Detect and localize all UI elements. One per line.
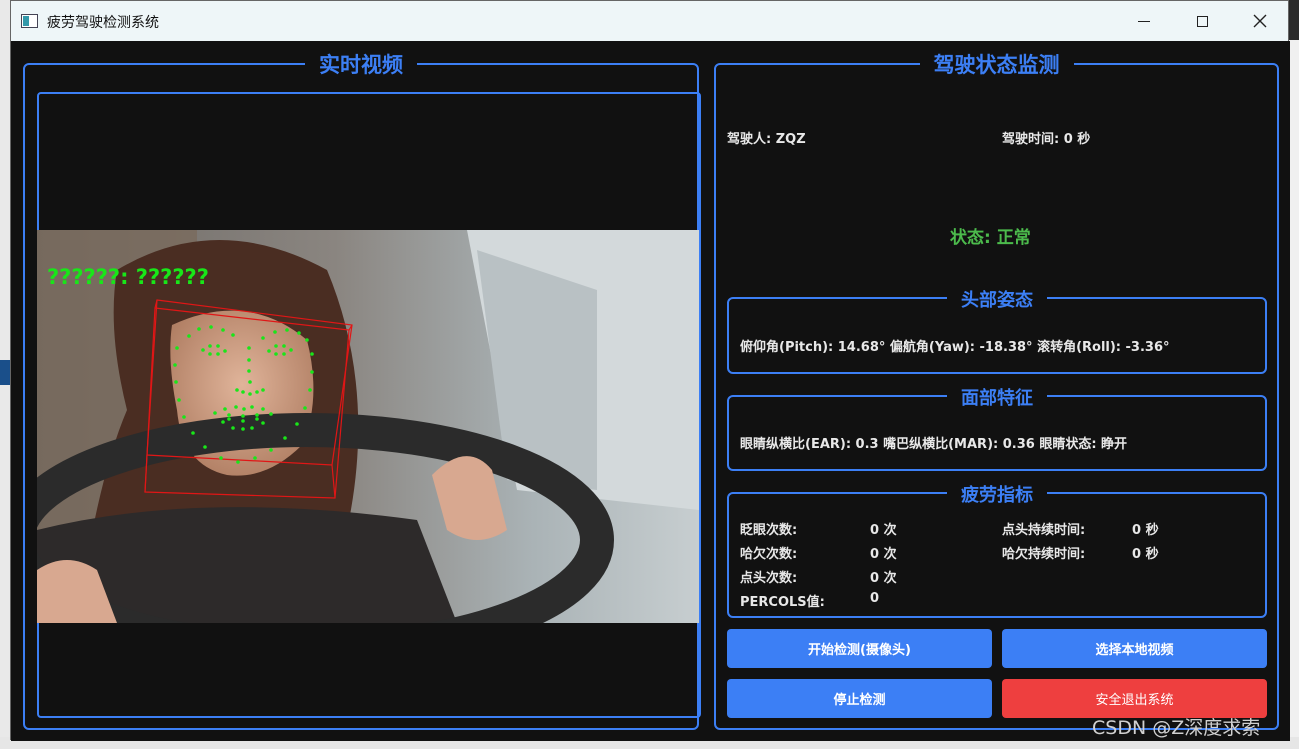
nod-count-label: 点头次数: [740,571,798,586]
head-pose-values: 俯仰角(Pitch): 14.68° 偏航角(Yaw): -18.38° 滚转角… [740,340,1170,355]
video-group: 实时视频 ??????: ?????? [23,49,701,730]
start-camera-button[interactable]: 开始检测(摄像头) [727,629,992,668]
yawn-count-label: 哈欠次数: [740,547,798,562]
yawn-duration-value: 0 秒 [1132,547,1159,562]
window-title: 疲劳驾驶检测系统 [47,15,159,31]
face-features-values: 眼睛纵横比(EAR): 0.3 嘴巴纵横比(MAR): 0.36 眼睛状态: 睁… [740,437,1128,452]
video-overlay-text: ??????: ?????? [47,265,209,289]
perclos-label: PERCOLS值: [740,595,825,610]
desktop-background-right [1289,40,1299,740]
driving-time: 驾驶时间: 0 秒 [1002,132,1091,147]
video-group-title: 实时视频 [305,49,417,79]
watermark: CSDN @Z深度求索 [1092,717,1261,739]
maximize-button[interactable] [1173,1,1231,41]
app-window: 疲劳驾驶检测系统 实时视频 ??????: ?????? 驾驶状态监测 驾驶人:… [10,0,1290,741]
app-icon [21,14,38,28]
fatigue-group: 疲劳指标 眨眼次数: 0 次 哈欠次数: 0 次 点头次数: 0 次 PERCO… [727,481,1267,618]
monitor-group-title: 驾驶状态监测 [919,49,1074,79]
close-icon [1253,14,1267,28]
face-features-group: 面部特征 眼睛纵横比(EAR): 0.3 嘴巴纵横比(MAR): 0.36 眼睛… [727,384,1267,471]
video-feed: ??????: ?????? [37,230,699,623]
blink-count-value: 0 次 [870,523,897,538]
head-pose-title: 头部姿态 [947,286,1047,312]
stop-button[interactable]: 停止检测 [727,679,992,718]
video-scene: ??????: ?????? [37,230,699,623]
close-button[interactable] [1231,1,1289,41]
desktop-background-left [0,0,10,749]
nod-duration-label: 点头持续时间: [1002,523,1086,538]
perclos-value: 0 [870,591,880,606]
minimize-icon [1138,20,1150,22]
head-pose-group: 头部姿态 俯仰角(Pitch): 14.68° 偏航角(Yaw): -18.38… [727,286,1267,374]
blink-count-label: 眨眼次数: [740,523,798,538]
yawn-count-value: 0 次 [870,547,897,562]
title-bar: 疲劳驾驶检测系统 [11,1,1288,41]
select-video-button[interactable]: 选择本地视频 [1002,629,1267,668]
driver-name: 驾驶人: ZQZ [727,132,806,147]
driver-status: 状态: 正常 [950,228,1031,248]
maximize-icon [1196,15,1208,27]
minimize-button[interactable] [1115,1,1173,41]
nod-count-value: 0 次 [870,571,897,586]
face-features-title: 面部特征 [947,384,1047,410]
yawn-duration-label: 哈欠持续时间: [1002,547,1086,562]
monitor-group: 驾驶状态监测 驾驶人: ZQZ 驾驶时间: 0 秒 状态: 正常 头部姿态 俯仰… [714,49,1279,730]
fatigue-title: 疲劳指标 [947,481,1047,507]
nod-duration-value: 0 秒 [1132,523,1159,538]
main-content: 实时视频 ??????: ?????? 驾驶状态监测 驾驶人: ZQZ 驾驶时间… [11,41,1290,741]
